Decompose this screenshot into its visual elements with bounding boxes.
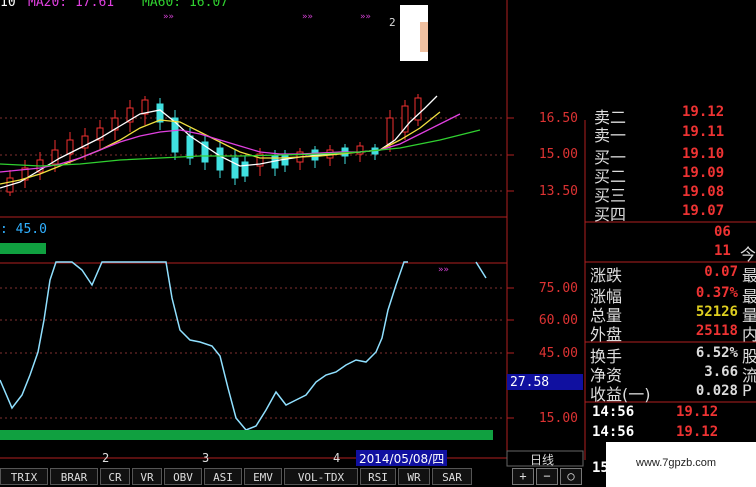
reset-button[interactable]: ○ <box>560 468 582 485</box>
date-readout: 2014/05/08/四 <box>356 450 448 466</box>
kline-chart[interactable]: »» »» »» »» <box>0 0 756 487</box>
ma20-label: MA20: 17.61 <box>28 0 115 10</box>
tick-time: 14:56 <box>592 424 635 440</box>
price-axis-label: 15.00 <box>538 147 578 162</box>
tick-time: 14:56 <box>592 404 635 420</box>
indicator-base-bar <box>0 430 493 440</box>
tab-vr[interactable]: VR <box>132 468 162 485</box>
order-side: 买四 <box>594 205 627 224</box>
svg-text:»»: »» <box>438 265 449 275</box>
tab-rsi[interactable]: RSI <box>360 468 396 485</box>
indicator-axis-label: 75.00 <box>538 281 578 296</box>
stat-tail: 内 <box>742 325 756 344</box>
tab-trix[interactable]: TRIX <box>0 468 48 485</box>
stat-tail: P <box>742 381 752 400</box>
tab-obv[interactable]: OBV <box>164 468 202 485</box>
tick-price: 19.12 <box>676 404 719 420</box>
date-marker: 2 <box>102 451 110 465</box>
ma60-label: MA60: 16.07 <box>142 0 229 10</box>
tick-price: 19.12 <box>676 424 719 440</box>
stat-value: 0.07 <box>704 264 738 280</box>
extra-value: 11 <box>714 243 731 259</box>
zoom-out-button[interactable]: − <box>536 468 558 485</box>
volume-readout: : 45.0 <box>0 222 47 237</box>
stat-value: 0.37% <box>695 285 738 301</box>
watermark: www.7gpzb.com <box>636 457 717 469</box>
order-price: 19.11 <box>682 124 725 140</box>
price-axis-label: 16.50 <box>538 111 578 126</box>
tab-vol-tdx[interactable]: VOL-TDX <box>284 468 358 485</box>
tab-brar[interactable]: BRAR <box>50 468 98 485</box>
order-price: 19.08 <box>682 184 725 200</box>
indicator-axis-label: 45.00 <box>538 346 578 361</box>
order-side: 卖一 <box>594 126 627 145</box>
tab-wr[interactable]: WR <box>398 468 430 485</box>
svg-text:»»: »» <box>163 12 174 22</box>
order-price: 19.09 <box>682 165 725 181</box>
stat-value: 3.66 <box>704 364 738 380</box>
tab-sar[interactable]: SAR <box>432 468 472 485</box>
svg-text:»»: »» <box>360 12 371 22</box>
top-marker: 2 <box>389 16 396 29</box>
stat-label: 外盘 <box>590 325 623 344</box>
order-price: 19.12 <box>682 104 725 120</box>
stat-value: 52126 <box>695 304 738 320</box>
period-selector[interactable]: 日线 <box>530 451 554 468</box>
volume-bar <box>0 243 46 254</box>
order-price: 19.07 <box>682 203 725 219</box>
ma10-label: 10 <box>0 0 16 10</box>
indicator-axis-label: 15.00 <box>538 411 578 426</box>
svg-text:»»: »» <box>302 12 313 22</box>
indicator-line <box>0 261 408 431</box>
zoom-in-button[interactable]: + <box>512 468 534 485</box>
extra-value: 06 <box>714 224 731 240</box>
date-marker: 3 <box>202 451 210 465</box>
stat-value: 0.028 <box>695 383 738 399</box>
tab-asi[interactable]: ASI <box>204 468 242 485</box>
ma5-line <box>0 95 438 189</box>
indicator-axis-label: 60.00 <box>538 313 578 328</box>
date-marker: 4 <box>333 451 341 465</box>
tab-cr[interactable]: CR <box>100 468 130 485</box>
tab-emv[interactable]: EMV <box>244 468 282 485</box>
price-axis-label: 13.50 <box>538 184 578 199</box>
candlesticks <box>6 94 422 196</box>
indicator-current-value: 27.58 <box>510 375 550 390</box>
stat-value: 6.52% <box>695 345 738 361</box>
stat-value: 25118 <box>695 323 738 339</box>
stat-label: 收益(一) <box>590 385 651 404</box>
order-price: 19.10 <box>682 146 725 162</box>
